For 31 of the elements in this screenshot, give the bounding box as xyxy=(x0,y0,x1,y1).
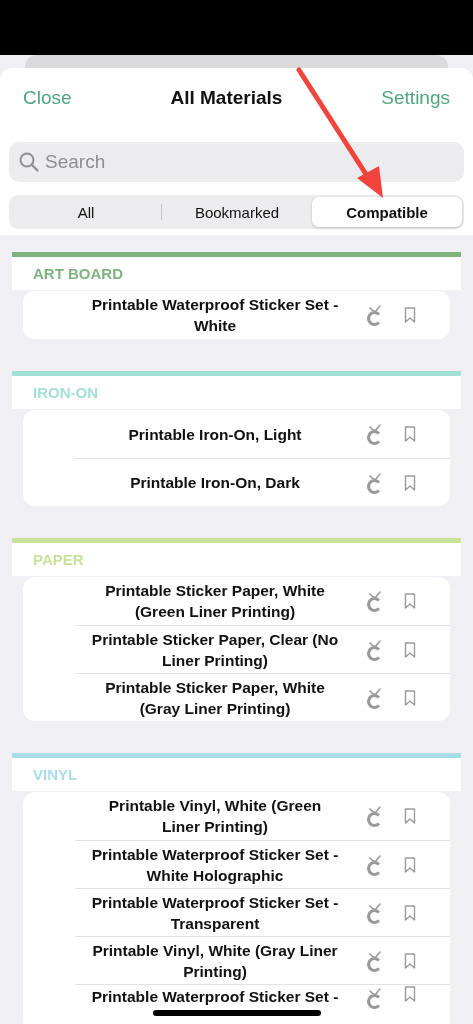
title: All Materials xyxy=(170,87,283,109)
material-name[interactable]: Printable Sticker Paper, Clear (No Liner Printing) xyxy=(88,628,342,671)
material-name[interactable]: Printable Iron-On, Dark xyxy=(88,472,342,493)
bookmark-icon[interactable] xyxy=(404,307,416,323)
material-name[interactable]: Printable Waterproof Sticker Set - White xyxy=(88,294,342,336)
category-label: VINYL xyxy=(33,766,78,783)
search-field[interactable]: Search xyxy=(9,142,464,182)
bookmark-icon[interactable] xyxy=(404,856,416,873)
bookmark-icon[interactable] xyxy=(404,474,416,491)
material-name[interactable]: Printable Sticker Paper, White (Green Liner Printing) xyxy=(88,580,342,622)
bookmark-icon[interactable] xyxy=(404,808,416,824)
material-name[interactable]: Printable Waterproof Sticker Set - White Holographic xyxy=(88,843,342,886)
category-label: PAPER xyxy=(33,551,84,568)
filter-tab[interactable]: Bookmarked xyxy=(162,197,312,227)
material-name[interactable]: Printable Iron-On, Light xyxy=(88,423,342,445)
bookmark-icon[interactable] xyxy=(404,986,416,1002)
filter-tab[interactable]: Compatible xyxy=(312,197,462,227)
bookmark-icon[interactable] xyxy=(404,952,416,969)
bookmark-icon[interactable] xyxy=(404,641,416,658)
filter-tab[interactable]: All xyxy=(11,197,161,227)
material-name[interactable]: Printable Vinyl, White (Gray Liner Printing) xyxy=(88,939,342,982)
material-name[interactable]: Printable Vinyl, White (Green Liner Printing) xyxy=(88,795,342,837)
bookmark-icon[interactable] xyxy=(404,689,416,706)
category-label: IRON-ON xyxy=(33,384,98,401)
bookmark-icon[interactable] xyxy=(404,593,416,609)
bookmark-icon[interactable] xyxy=(404,426,416,442)
material-name[interactable]: Printable Waterproof Sticker Set - xyxy=(88,986,342,1007)
category-label: ART BOARD xyxy=(33,265,123,282)
material-name[interactable]: Printable Waterproof Sticker Set - Transparent xyxy=(88,891,342,934)
material-name[interactable]: Printable Sticker Paper, White (Gray Liner Printing) xyxy=(88,676,342,719)
bookmark-icon[interactable] xyxy=(404,904,416,921)
